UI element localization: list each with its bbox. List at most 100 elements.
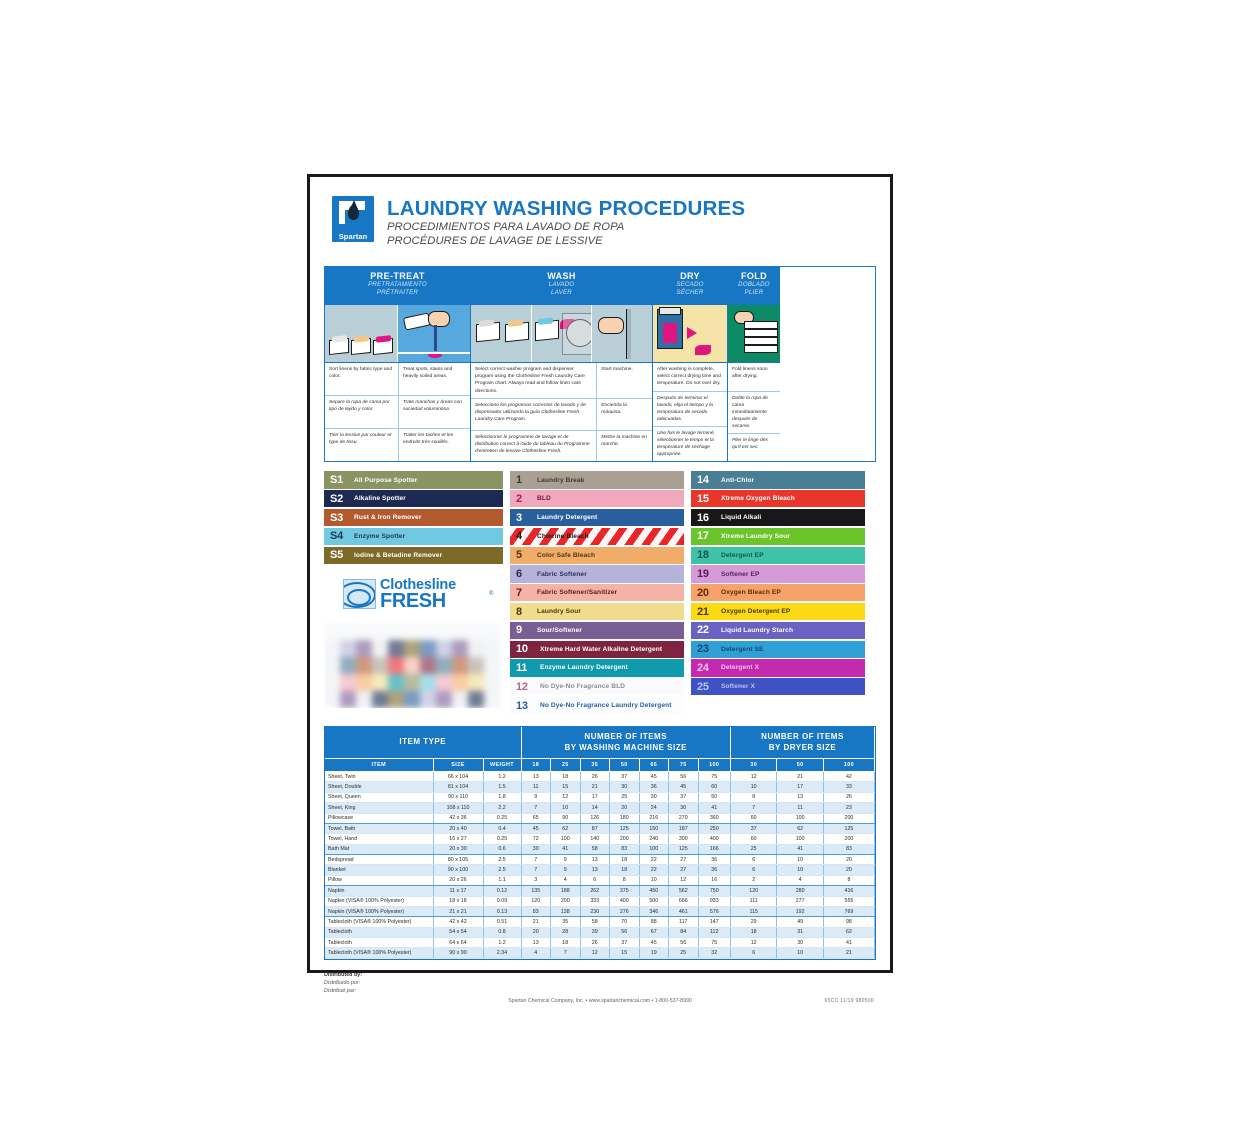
- table-row[interactable]: Sheet, King 108 x 110 2.2 7 10 14 20 24 30 41 7 11 2…: [325, 802, 876, 814]
- product-photo-tile: [468, 640, 484, 658]
- legend-label: Liquid Laundry Starch: [721, 626, 794, 634]
- legend-row-s2[interactable]: S2 Alkaline Spotter: [324, 490, 503, 508]
- legend-row-12[interactable]: 12 No Dye-No Fragrance BLD: [510, 678, 684, 696]
- legend-code: 21: [697, 605, 709, 618]
- column-header-size: SIZE: [433, 758, 484, 773]
- table-row[interactable]: Sheet, Double 81 x 104 1.5 11 15 21 30 36 45 60 10…: [325, 781, 876, 793]
- legend-row-4[interactable]: 4 Chlorine Bleach: [510, 527, 684, 546]
- table-row[interactable]: Napkin (VISA® 100% Polyester) 21 x 21 0.13…: [325, 906, 876, 918]
- group-header-washer-line2: BY WASHING MACHINE SIZE: [564, 742, 687, 752]
- cell-size: 18 x 18: [433, 896, 484, 907]
- legend-row-8[interactable]: 8 Laundry Sour: [510, 602, 684, 621]
- process-column-pretreat: PRE-TREAT PRETRATAMIENTO PRÉTRAITER Sort…: [325, 267, 471, 462]
- cell-washer: 13: [520, 771, 551, 783]
- legend-row-9[interactable]: 9 Sour/Softener: [510, 621, 684, 640]
- capacity-table: ITEM TYPE NUMBER OF ITEMS BY WASHING MAC…: [325, 727, 876, 959]
- cell-dryer: 6: [729, 947, 778, 959]
- legend-row-1[interactable]: 1 Laundry Break: [510, 471, 684, 489]
- table-row[interactable]: Towel, Bath 20 x 40 0.4 45 62 87 125 150 187 250 3…: [325, 823, 876, 835]
- cell-washer: 12: [668, 875, 699, 887]
- cell-dryer: 31: [776, 927, 824, 939]
- cell-washer: 117: [668, 916, 699, 928]
- legend-row-s5[interactable]: S5 Iodine & Betadine Remover: [324, 546, 503, 564]
- product-photo-tile: [420, 657, 436, 675]
- table-row[interactable]: Pillow 20 x 26 1.1 3 4 6 8 10 12 16 2 4 8: [325, 875, 876, 887]
- illustration-fold-linens: [728, 305, 780, 363]
- legend-row-23[interactable]: 23 Detergent SE: [691, 640, 865, 658]
- cell-item: Napkin (VISA® 100% Polyester): [325, 896, 434, 907]
- product-photo-tile: [324, 691, 340, 709]
- table-row[interactable]: Napkin (VISA® 100% Polyester) 18 x 18 0.09…: [325, 896, 876, 907]
- cell-washer: 37: [609, 771, 640, 783]
- legend-row-22[interactable]: 22 Liquid Laundry Starch: [691, 621, 865, 640]
- legend-row-13[interactable]: 13 No Dye-No Fragrance Laundry Detergent: [510, 696, 684, 715]
- legend-row-25[interactable]: 25 Softener X: [691, 678, 865, 696]
- legend-row-6[interactable]: 6 Fabric Softener: [510, 565, 684, 583]
- product-photo-tile: [468, 674, 484, 692]
- legend-row-19[interactable]: 19 Softener EP: [691, 565, 865, 583]
- table-row[interactable]: Sheet, Queen 90 x 110 1.8 9 12 17 25 30 37 50 8 13 2…: [325, 792, 876, 804]
- column-header-weight: WEIGHT: [483, 758, 522, 773]
- cell-washer: 9: [520, 792, 551, 804]
- process-title-fr: PLIER: [744, 288, 764, 296]
- step-text: Treat spots, stains and heavily soiled a…: [403, 367, 453, 380]
- legend-row-10[interactable]: 10 Xtreme Hard Water Alkaline Detergent: [510, 640, 684, 658]
- table-row[interactable]: Tablecloth 64 x 64 1.2 13 18 26 37 45 56 75 12 30 41: [325, 937, 876, 949]
- product-photo-tile: [324, 674, 340, 692]
- cell-washer: 84: [668, 927, 699, 939]
- legend-row-14[interactable]: 14 Anti-Chlor: [691, 471, 865, 489]
- cell-washer: 7: [520, 854, 551, 866]
- legend-row-5[interactable]: 5 Color Safe Bleach: [510, 546, 684, 564]
- table-row[interactable]: Pillowcase 42 x 36 0.25 65 90 126 180 216 270 360…: [325, 813, 876, 824]
- table-row[interactable]: Tablecloth (VISA® 100% Polyester) 42 x 42…: [325, 916, 876, 928]
- page-subtitle-es: PROCEDIMIENTOS PARA LAVADO DE ROPA: [387, 220, 625, 233]
- table-row[interactable]: Bath Mat 20 x 30 0.6 30 41 58 83 100 125 166 25 41 8…: [325, 844, 876, 856]
- legend-row-7[interactable]: 7 Fabric Softener/Sanitizer: [510, 584, 684, 602]
- column-header-item: ITEM: [325, 758, 434, 773]
- cell-washer: 75: [698, 937, 731, 949]
- cell-dryer: 115: [729, 906, 778, 918]
- process-text-wash: Select correct washer program and dispen…: [471, 362, 652, 462]
- table-row[interactable]: Bedspread 80 x 105 2.5 7 9 13 18 22 27 36 6 10 20: [325, 854, 876, 866]
- legend-code: 15: [697, 492, 709, 505]
- product-photo-tile: [340, 623, 356, 641]
- legend-row-21[interactable]: 21 Oxygen Detergent EP: [691, 602, 865, 621]
- table-row[interactable]: Napkin 11 x 17 0.12 135 188 262 375 450 562 750 12…: [325, 885, 876, 897]
- cell-washer: 7: [520, 802, 551, 814]
- group-header-item-type: ITEM TYPE: [325, 727, 522, 760]
- legend-row-15[interactable]: 15 Xtreme Oxygen Bleach: [691, 490, 865, 508]
- item-capacity-table: ITEM TYPE NUMBER OF ITEMS BY WASHING MAC…: [324, 726, 876, 960]
- legend-row-s1[interactable]: S1 All Purpose Spotter: [324, 471, 503, 489]
- product-photo-tile: [340, 657, 356, 675]
- legend-row-24[interactable]: 24 Detergent X: [691, 659, 865, 677]
- cell-washer: 18: [550, 771, 581, 783]
- cell-weight: 1.8: [483, 792, 522, 804]
- legend-row-s3[interactable]: S3 Rust & Iron Remover: [324, 508, 503, 527]
- group-header-dryer: NUMBER OF ITEMS BY DRYER SIZE: [730, 727, 876, 760]
- legend-row-17[interactable]: 17 Xtreme Laundry Sour: [691, 527, 865, 546]
- legend-row-s4[interactable]: S4 Enzyme Spotter: [324, 527, 503, 546]
- legend-column-products-1-13: 1 Laundry Break 2 BLD 3 Laundry Detergent 4 Chl…: [510, 471, 684, 715]
- table-row[interactable]: Towel, Hand 16 x 27 0.25 72 100 140 200 240 300 4…: [325, 833, 876, 845]
- legend-row-3[interactable]: 3 Laundry Detergent: [510, 508, 684, 527]
- table-row[interactable]: Tablecloth 54 x 54 0.8 20 28 39 56 67 84 112 18 31 6…: [325, 927, 876, 939]
- legend-row-20[interactable]: 20 Oxygen Bleach EP: [691, 584, 865, 602]
- cell-dryer: 10: [776, 854, 824, 866]
- cell-dryer: 4: [776, 875, 824, 887]
- legend-row-18[interactable]: 18 Detergent EP: [691, 546, 865, 564]
- product-photo-tile: [436, 657, 452, 675]
- cell-dryer: 125: [823, 823, 876, 835]
- table-row[interactable]: Sheet, Twin 66 x 104 1.2 13 18 26 37 45 56 75 12 21…: [325, 771, 876, 783]
- legend-row-11[interactable]: 11 Enzyme Laundry Detergent: [510, 659, 684, 677]
- step-text: Sort linens by fabric type and color.: [325, 363, 399, 396]
- table-row[interactable]: Tablecloth (VISA® 100% Polyester) 90 x 90…: [325, 947, 876, 959]
- legend-row-16[interactable]: 16 Liquid Alkali: [691, 508, 865, 527]
- cell-size: 90 x 100: [433, 864, 484, 876]
- cell-washer: 41: [550, 844, 581, 856]
- table-row[interactable]: Blanket 90 x 100 2.5 7 9 13 18 22 27 36 6 10 20: [325, 864, 876, 876]
- legend-row-2[interactable]: 2 BLD: [510, 490, 684, 508]
- illustration-start-machine: [592, 305, 653, 363]
- legend-label: Enzyme Spotter: [354, 532, 406, 540]
- legend-label: Xtreme Oxygen Bleach: [721, 495, 795, 503]
- cell-dryer: 8: [823, 875, 876, 887]
